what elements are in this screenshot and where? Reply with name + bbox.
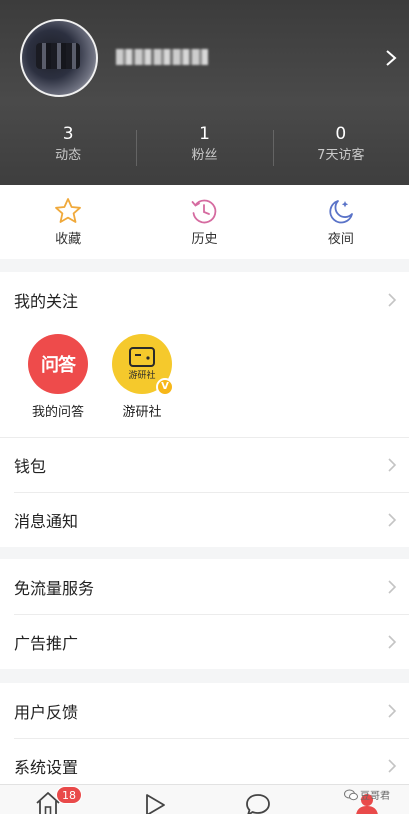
notifications-row[interactable]: 消息通知 xyxy=(0,492,409,547)
history-label: 历史 xyxy=(191,232,218,247)
quick-actions: 收藏 历史 夜间 xyxy=(0,185,409,259)
profile-header: 3 动态 1 粉丝 0 7天访客 xyxy=(0,0,409,185)
data-free-label: 免流量服务 xyxy=(14,578,95,598)
profile-stats: 3 动态 1 粉丝 0 7天访客 xyxy=(0,122,409,174)
chevron-right-icon xyxy=(388,703,397,718)
follows-section: 我的关注 问答 我的问答 游研社 V 游研社 钱包 消息通知 xyxy=(0,272,409,547)
chevron-right-icon xyxy=(388,634,397,649)
verified-badge: V xyxy=(156,378,174,396)
watermark: 豆哥君 xyxy=(344,787,390,802)
night-mode-button[interactable]: 夜间 xyxy=(273,185,409,259)
avatar[interactable] xyxy=(20,19,98,97)
ads-label: 广告推广 xyxy=(14,633,79,653)
stat-posts-count: 3 xyxy=(62,124,74,144)
favorites-button[interactable]: 收藏 xyxy=(0,185,136,259)
settings-label: 系统设置 xyxy=(14,757,79,777)
follow-name: 游研社 xyxy=(122,405,162,420)
stat-fans-label: 粉丝 xyxy=(191,148,218,163)
chevron-right-icon xyxy=(388,458,397,472)
stat-visitors[interactable]: 0 7天访客 xyxy=(272,122,409,174)
video-icon[interactable] xyxy=(140,789,170,814)
home-notification-badge: 18 xyxy=(56,786,82,804)
follow-name: 我的问答 xyxy=(31,405,84,420)
data-free-row[interactable]: 免流量服务 xyxy=(0,559,409,614)
follow-item-youyanshe[interactable]: 游研社 V 游研社 xyxy=(100,327,184,437)
chevron-right-icon xyxy=(388,292,397,307)
follows-header-row[interactable]: 我的关注 xyxy=(0,272,409,327)
notifications-label: 消息通知 xyxy=(14,511,79,531)
stat-visitors-label: 7天访客 xyxy=(317,148,365,163)
favorites-label: 收藏 xyxy=(55,232,82,247)
feedback-label: 用户反馈 xyxy=(14,702,79,722)
follows-title: 我的关注 xyxy=(14,291,79,311)
history-icon xyxy=(192,199,217,224)
stat-visitors-count: 0 xyxy=(335,124,347,144)
services-section: 免流量服务 广告推广 xyxy=(0,559,409,669)
wenda-logo-text: 问答 xyxy=(41,355,76,376)
follows-list: 问答 我的问答 游研社 V 游研社 xyxy=(0,327,409,437)
chevron-right-icon[interactable] xyxy=(384,49,398,67)
feedback-row[interactable]: 用户反馈 xyxy=(0,683,409,738)
star-icon xyxy=(55,198,82,223)
stat-fans-count: 1 xyxy=(199,124,210,144)
ads-row[interactable]: 广告推广 xyxy=(0,614,409,669)
wallet-label: 钱包 xyxy=(14,457,47,476)
wechat-icon xyxy=(344,789,358,800)
stat-fans[interactable]: 1 粉丝 xyxy=(136,122,272,174)
stat-posts[interactable]: 3 动态 xyxy=(0,122,136,174)
watermark-text: 豆哥君 xyxy=(360,791,390,802)
wallet-row[interactable]: 钱包 xyxy=(0,437,409,492)
username-blurred[interactable] xyxy=(116,49,208,65)
history-button[interactable]: 历史 xyxy=(136,185,272,259)
follow-item-wenda[interactable]: 问答 我的问答 xyxy=(16,327,100,437)
youyanshe-logo: 游研社 V xyxy=(112,334,174,396)
stat-posts-label: 动态 xyxy=(55,148,82,163)
chevron-right-icon xyxy=(388,579,397,594)
night-mode-icon xyxy=(329,200,353,224)
chevron-right-icon xyxy=(388,512,397,527)
chevron-right-icon xyxy=(388,758,397,773)
youyanshe-logo-text: 游研社 xyxy=(128,369,155,381)
gamepad-icon: 游研社 xyxy=(128,347,156,381)
settings-section: 用户反馈 系统设置 xyxy=(0,683,409,793)
night-mode-label: 夜间 xyxy=(327,232,354,247)
chat-icon[interactable] xyxy=(243,789,273,814)
wenda-logo: 问答 xyxy=(28,334,88,394)
